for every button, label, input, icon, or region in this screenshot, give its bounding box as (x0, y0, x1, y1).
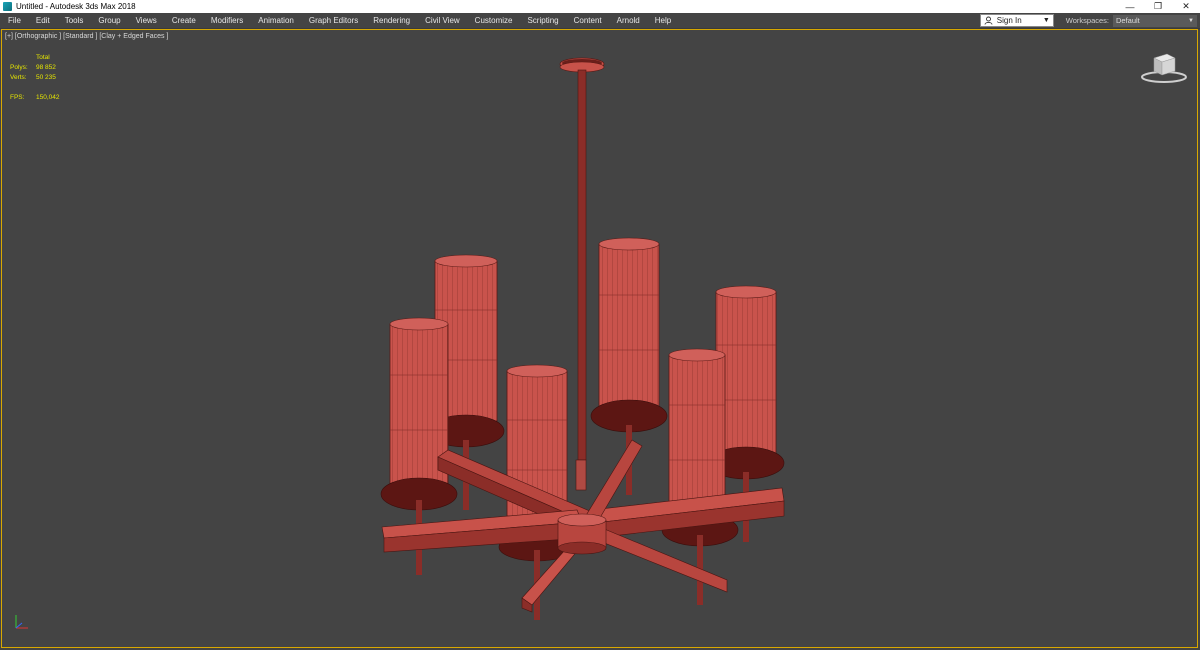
menu-help[interactable]: Help (647, 16, 678, 25)
title-bar: Untitled - Autodesk 3ds Max 2018 — ❐ ✕ (0, 0, 1200, 13)
perspective-viewport[interactable]: [+] [Orthographic ] [Standard ] [Clay + … (1, 29, 1198, 648)
menu-rendering[interactable]: Rendering (365, 16, 417, 25)
menu-scripting[interactable]: Scripting (519, 16, 565, 25)
app-logo-icon (3, 2, 12, 11)
menu-animation[interactable]: Animation (250, 16, 301, 25)
menu-tools[interactable]: Tools (57, 16, 91, 25)
menu-arnold[interactable]: Arnold (609, 16, 647, 25)
sign-in-dropdown[interactable]: Sign In ▼ (979, 14, 1054, 27)
menu-graph-editors[interactable]: Graph Editors (301, 16, 365, 25)
chandelier-model[interactable] (2, 30, 1198, 648)
close-icon[interactable]: ✕ (1172, 0, 1200, 13)
user-icon (984, 16, 994, 26)
menu-customize[interactable]: Customize (467, 16, 520, 25)
menu-file[interactable]: File (0, 16, 28, 25)
menu-content[interactable]: Content (566, 16, 609, 25)
workspaces-select[interactable]: Default ▼ (1113, 14, 1197, 27)
center-hub (557, 513, 607, 555)
workspaces-value: Default (1116, 16, 1140, 25)
hanging-rod (577, 69, 587, 461)
menu-group[interactable]: Group (90, 16, 127, 25)
window-title: Untitled - Autodesk 3ds Max 2018 (16, 2, 136, 11)
sign-in-label: Sign In (996, 16, 1022, 25)
menu-bar: File Edit Tools Group Views Create Modif… (0, 13, 1200, 29)
workspaces-label: Workspaces: (1065, 16, 1109, 25)
axis-tripod-icon (12, 612, 32, 637)
minimize-icon[interactable]: — (1116, 0, 1144, 13)
menu-create[interactable]: Create (164, 16, 203, 25)
menu-views[interactable]: Views (128, 16, 164, 25)
restore-icon[interactable]: ❐ (1144, 0, 1172, 13)
chevron-down-icon: ▼ (1188, 17, 1194, 24)
chevron-down-icon: ▼ (1042, 17, 1050, 24)
menu-edit[interactable]: Edit (28, 16, 57, 25)
menu-civil-view[interactable]: Civil View (417, 16, 467, 25)
menu-modifiers[interactable]: Modifiers (203, 16, 250, 25)
